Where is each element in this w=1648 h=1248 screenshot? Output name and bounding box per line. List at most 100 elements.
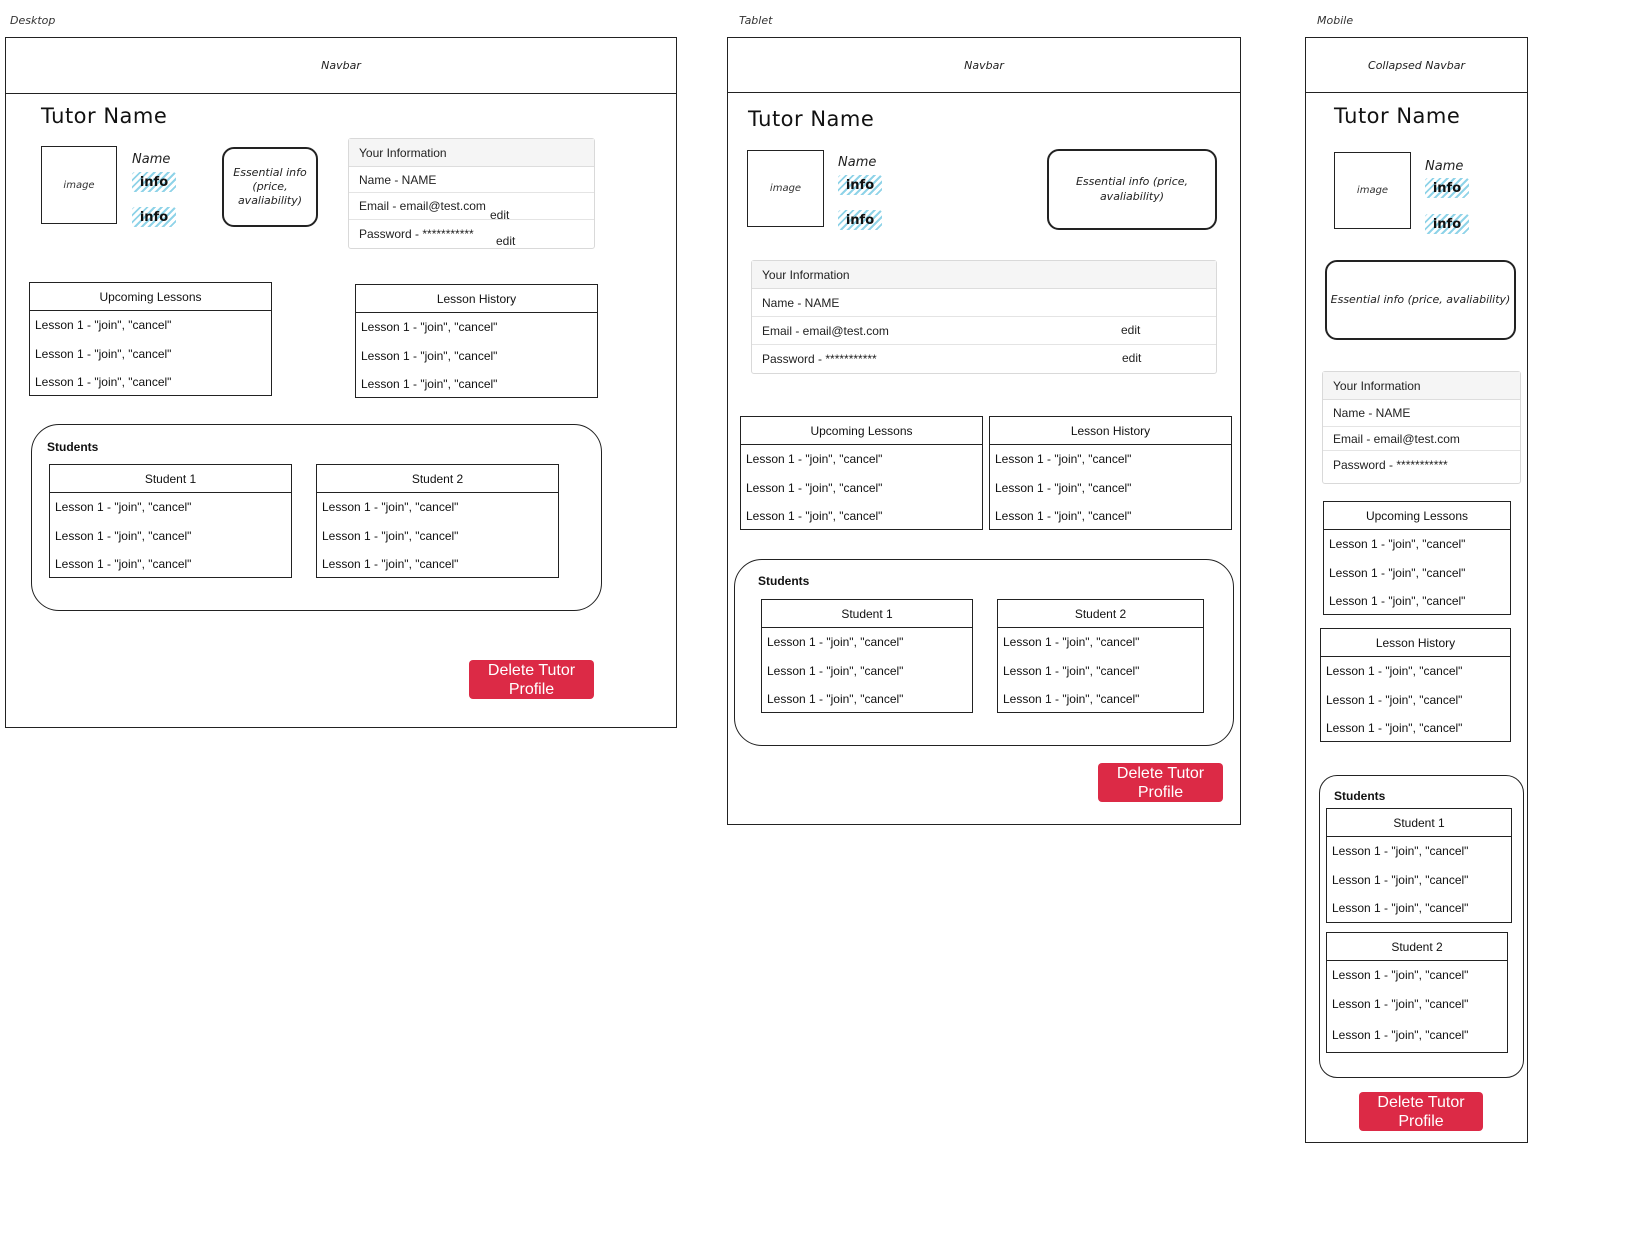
lesson-item[interactable]: Lesson 1 - "join", "cancel" [1327, 894, 1511, 923]
name-row: Name - NAME [1323, 400, 1520, 427]
essential-info-box: Essential info (price, avaliability) [222, 147, 318, 227]
lesson-item[interactable]: Lesson 1 - "join", "cancel" [762, 685, 972, 714]
email-row-text: Email - email@test.com [762, 323, 889, 338]
lesson-item[interactable]: Lesson 1 - "join", "cancel" [50, 493, 291, 522]
lesson-item[interactable]: Lesson 1 - "join", "cancel" [1327, 837, 1511, 866]
your-information-header: Your Information [349, 139, 594, 167]
lesson-item[interactable]: Lesson 1 - "join", "cancel" [1327, 1018, 1507, 1051]
lesson-item[interactable]: Lesson 1 - "join", "cancel" [1321, 686, 1510, 715]
info-tag: info [132, 172, 176, 192]
lesson-item[interactable]: Lesson 1 - "join", "cancel" [1321, 714, 1510, 743]
student-2-title: Student 2 [317, 465, 558, 493]
navbar[interactable]: Navbar [728, 38, 1240, 93]
lesson-item[interactable]: Lesson 1 - "join", "cancel" [317, 493, 558, 522]
student-2-box: Student 2 Lesson 1 - "join", "cancel" Le… [1326, 932, 1508, 1053]
collapsed-navbar[interactable]: Collapsed Navbar [1306, 38, 1527, 93]
students-title: Students [758, 574, 810, 588]
lesson-history-title: Lesson History [1321, 629, 1510, 657]
student-1-title: Student 1 [762, 600, 972, 628]
lesson-item[interactable]: Lesson 1 - "join", "cancel" [1327, 990, 1507, 1019]
lesson-history-box: Lesson History Lesson 1 - "join", "cance… [989, 416, 1232, 530]
lesson-item[interactable]: Lesson 1 - "join", "cancel" [317, 522, 558, 551]
lesson-item[interactable]: Lesson 1 - "join", "cancel" [50, 522, 291, 551]
name-row: Name - NAME [349, 167, 594, 193]
navbar[interactable]: Navbar [6, 38, 676, 94]
name-label: Name [838, 155, 877, 170]
lesson-item[interactable]: Lesson 1 - "join", "cancel" [356, 370, 597, 399]
delete-button-line-2: Profile [508, 680, 555, 698]
lesson-item[interactable]: Lesson 1 - "join", "cancel" [762, 628, 972, 657]
students-title: Students [47, 440, 99, 454]
lesson-history-title: Lesson History [356, 285, 597, 313]
your-information-header: Your Information [752, 261, 1216, 289]
desktop-frame: Navbar Tutor Name image Name info info E… [5, 37, 677, 728]
essential-info-box: Essential info (price, avaliability) [1047, 149, 1217, 230]
essential-info-line-1: Essential info [233, 165, 307, 179]
lesson-item[interactable]: Lesson 1 - "join", "cancel" [317, 550, 558, 579]
lesson-item[interactable]: Lesson 1 - "join", "cancel" [1324, 559, 1510, 588]
edit-password-link[interactable]: edit [1122, 351, 1141, 365]
delete-tutor-profile-button[interactable]: Delete Tutor Profile [1098, 763, 1223, 802]
lesson-history-box: Lesson History Lesson 1 - "join", "cance… [355, 284, 598, 398]
your-information-card: Your Information Name - NAME Email - ema… [1322, 371, 1521, 484]
lesson-history-box: Lesson History Lesson 1 - "join", "cance… [1320, 628, 1511, 742]
edit-email-link[interactable]: edit [1121, 323, 1140, 337]
student-2-box: Student 2 Lesson 1 - "join", "cancel" Le… [997, 599, 1204, 713]
lesson-item[interactable]: Lesson 1 - "join", "cancel" [50, 550, 291, 579]
lesson-item[interactable]: Lesson 1 - "join", "cancel" [1324, 587, 1510, 616]
student-2-title: Student 2 [1327, 933, 1507, 961]
lesson-item[interactable]: Lesson 1 - "join", "cancel" [741, 445, 982, 474]
upcoming-lessons-box: Upcoming Lessons Lesson 1 - "join", "can… [740, 416, 983, 530]
password-row: Password - *********** edit [752, 345, 1216, 373]
lesson-item[interactable]: Lesson 1 - "join", "cancel" [356, 313, 597, 342]
lesson-item[interactable]: Lesson 1 - "join", "cancel" [30, 368, 271, 397]
lesson-item[interactable]: Lesson 1 - "join", "cancel" [356, 342, 597, 371]
lesson-item[interactable]: Lesson 1 - "join", "cancel" [1327, 961, 1507, 990]
email-row: Email - email@test.com edit [752, 317, 1216, 345]
email-row: Email - email@test.com [1323, 427, 1520, 451]
password-row: Password - *********** [1333, 458, 1448, 472]
tutor-name: Tutor Name [41, 104, 168, 128]
delete-button-line-2: Profile [1398, 1112, 1444, 1130]
essential-info-line-2: (price, avaliability) [237, 179, 303, 208]
upcoming-lessons-title: Upcoming Lessons [741, 417, 982, 445]
name-label: Name [132, 152, 171, 167]
students-panel: Students Student 1 Lesson 1 - "join", "c… [1319, 775, 1524, 1078]
lesson-item[interactable]: Lesson 1 - "join", "cancel" [741, 502, 982, 531]
your-information-card: Your Information Name - NAME Email - ema… [751, 260, 1217, 374]
upcoming-lessons-box: Upcoming Lessons Lesson 1 - "join", "can… [1323, 501, 1511, 615]
lesson-item[interactable]: Lesson 1 - "join", "cancel" [998, 685, 1203, 714]
delete-tutor-profile-button[interactable]: Delete Tutor Profile [469, 660, 594, 699]
lesson-item[interactable]: Lesson 1 - "join", "cancel" [998, 657, 1203, 686]
student-2-box: Student 2 Lesson 1 - "join", "cancel" Le… [316, 464, 559, 578]
mobile-frame: Collapsed Navbar Tutor Name image Name i… [1305, 37, 1528, 1143]
student-1-title: Student 1 [1327, 809, 1511, 837]
tutor-name: Tutor Name [748, 107, 875, 131]
lesson-item[interactable]: Lesson 1 - "join", "cancel" [30, 340, 271, 369]
desktop-label: Desktop [10, 14, 56, 27]
lesson-item[interactable]: Lesson 1 - "join", "cancel" [741, 474, 982, 503]
lesson-item[interactable]: Lesson 1 - "join", "cancel" [1321, 657, 1510, 686]
tablet-label: Tablet [739, 14, 773, 27]
delete-tutor-profile-button[interactable]: Delete Tutor Profile [1359, 1092, 1483, 1131]
edit-password-link[interactable]: edit [496, 234, 515, 248]
delete-button-line-1: Delete Tutor [1116, 764, 1205, 782]
lesson-item[interactable]: Lesson 1 - "join", "cancel" [1324, 530, 1510, 559]
email-row-text: Email - email@test.com [359, 199, 486, 213]
name-row: Name - NAME [752, 289, 1216, 317]
lesson-item[interactable]: Lesson 1 - "join", "cancel" [762, 657, 972, 686]
student-2-title: Student 2 [998, 600, 1203, 628]
lesson-item[interactable]: Lesson 1 - "join", "cancel" [990, 474, 1231, 503]
lesson-item[interactable]: Lesson 1 - "join", "cancel" [990, 502, 1231, 531]
lesson-history-title: Lesson History [990, 417, 1231, 445]
tablet-frame: Navbar Tutor Name image Name info info E… [727, 37, 1241, 825]
mobile-label: Mobile [1317, 14, 1354, 27]
essential-info-box: Essential info (price, avaliability) [1325, 260, 1516, 340]
name-label: Name [1425, 159, 1464, 174]
lesson-item[interactable]: Lesson 1 - "join", "cancel" [30, 311, 271, 340]
lesson-item[interactable]: Lesson 1 - "join", "cancel" [990, 445, 1231, 474]
student-1-box: Student 1 Lesson 1 - "join", "cancel" Le… [1326, 808, 1512, 923]
student-1-box: Student 1 Lesson 1 - "join", "cancel" Le… [49, 464, 292, 578]
lesson-item[interactable]: Lesson 1 - "join", "cancel" [998, 628, 1203, 657]
lesson-item[interactable]: Lesson 1 - "join", "cancel" [1327, 866, 1511, 895]
